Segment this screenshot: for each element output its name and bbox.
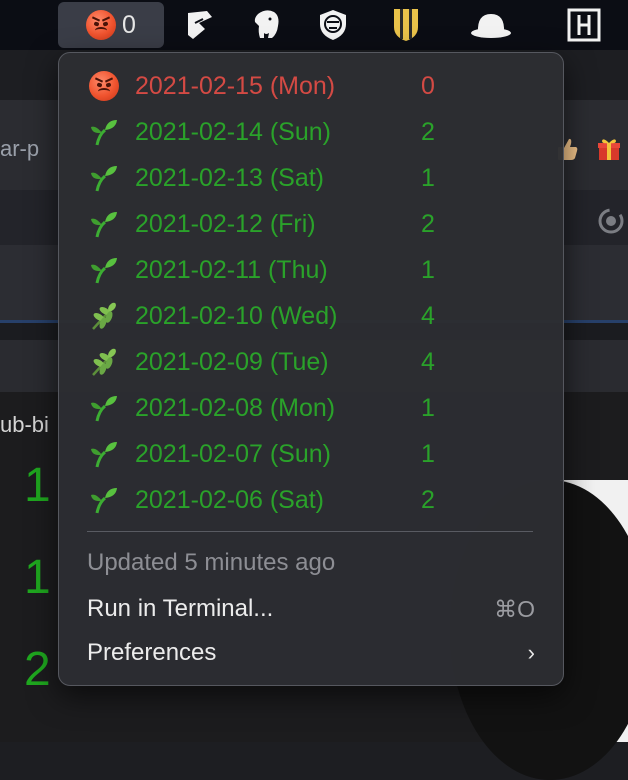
preferences-label: Preferences: [87, 639, 217, 666]
angry-face-icon: [87, 69, 121, 103]
day-count: 1: [421, 255, 435, 284]
seedling-icon: [87, 483, 121, 517]
elephant-icon[interactable]: [246, 0, 288, 50]
day-count: 2: [421, 117, 435, 146]
day-row[interactable]: 2021-02-11 (Thu) 1: [87, 247, 527, 293]
run-in-terminal-item[interactable]: Run in Terminal... ⌘O: [87, 589, 535, 629]
day-date: 2021-02-12 (Fri): [135, 209, 316, 238]
seedling-icon: [87, 161, 121, 195]
day-date: 2021-02-11 (Thu): [135, 255, 328, 284]
day-date: 2021-02-13 (Sat): [135, 163, 325, 192]
background-number: 1: [24, 551, 51, 604]
day-count: 1: [421, 163, 435, 192]
day-row[interactable]: 2021-02-12 (Fri) 2: [87, 201, 527, 247]
menubar-count: 0: [122, 10, 136, 39]
refresh-icon[interactable]: [596, 206, 626, 236]
background-tab-label[interactable]: ar-p: [0, 136, 39, 162]
shield-cat-icon[interactable]: [312, 0, 354, 50]
day-count: 4: [421, 301, 435, 330]
seedling-icon: [87, 115, 121, 149]
background-number: 2: [24, 643, 51, 696]
angry-face-icon: [86, 10, 117, 40]
day-count: 4: [421, 347, 435, 376]
background-side-label: ub-bi: [0, 412, 49, 437]
seedling-icon: [87, 253, 121, 287]
chevron-right-icon: ›: [527, 640, 535, 665]
day-row-today[interactable]: 2021-02-15 (Mon) 0: [87, 63, 527, 109]
day-date: 2021-02-15 (Mon): [135, 71, 336, 100]
menu-divider: [87, 531, 533, 532]
herb-icon: [87, 345, 121, 379]
menu-bar: 0: [0, 0, 628, 50]
day-date: 2021-02-09 (Tue): [135, 347, 329, 376]
day-row[interactable]: 2021-02-06 (Sat) 2: [87, 477, 527, 523]
day-row[interactable]: 2021-02-09 (Tue) 4: [87, 339, 527, 385]
day-date: 2021-02-14 (Sun): [135, 117, 331, 146]
menubar-status-item[interactable]: 0: [58, 2, 164, 48]
preferences-item[interactable]: Preferences ›: [87, 633, 535, 673]
grid-box-icon[interactable]: [562, 0, 606, 50]
seedling-icon: [87, 437, 121, 471]
day-count: 2: [421, 209, 435, 238]
day-count: 1: [421, 393, 435, 422]
day-date: 2021-02-06 (Sat): [135, 485, 325, 514]
day-date: 2021-02-08 (Mon): [135, 393, 336, 422]
day-row[interactable]: 2021-02-13 (Sat) 1: [87, 155, 527, 201]
status-dropdown-menu: 2021-02-15 (Mon) 0 2021-02-14 (Sun) 2 20…: [58, 52, 564, 686]
day-row[interactable]: 2021-02-08 (Mon) 1: [87, 385, 527, 431]
run-in-terminal-label: Run in Terminal...: [87, 595, 274, 622]
day-date: 2021-02-10 (Wed): [135, 301, 338, 330]
day-row[interactable]: 2021-02-10 (Wed) 4: [87, 293, 527, 339]
herb-icon: [87, 299, 121, 333]
last-updated-status: Updated 5 minutes ago: [87, 549, 336, 576]
day-count: 2: [421, 485, 435, 514]
day-count: 0: [421, 71, 435, 100]
striped-shield-icon[interactable]: [386, 0, 426, 50]
seedling-icon: [87, 207, 121, 241]
day-row[interactable]: 2021-02-07 (Sun) 1: [87, 431, 527, 477]
background-number: 1: [24, 459, 51, 512]
day-row[interactable]: 2021-02-14 (Sun) 2: [87, 109, 527, 155]
seedling-icon: [87, 391, 121, 425]
keyboard-shortcut: ⌘O: [494, 595, 535, 622]
day-count: 1: [421, 439, 435, 468]
bowler-hat-icon[interactable]: [466, 0, 516, 50]
gift-icon[interactable]: [596, 136, 622, 162]
pen-nib-icon[interactable]: [180, 0, 220, 50]
day-date: 2021-02-07 (Sun): [135, 439, 331, 468]
